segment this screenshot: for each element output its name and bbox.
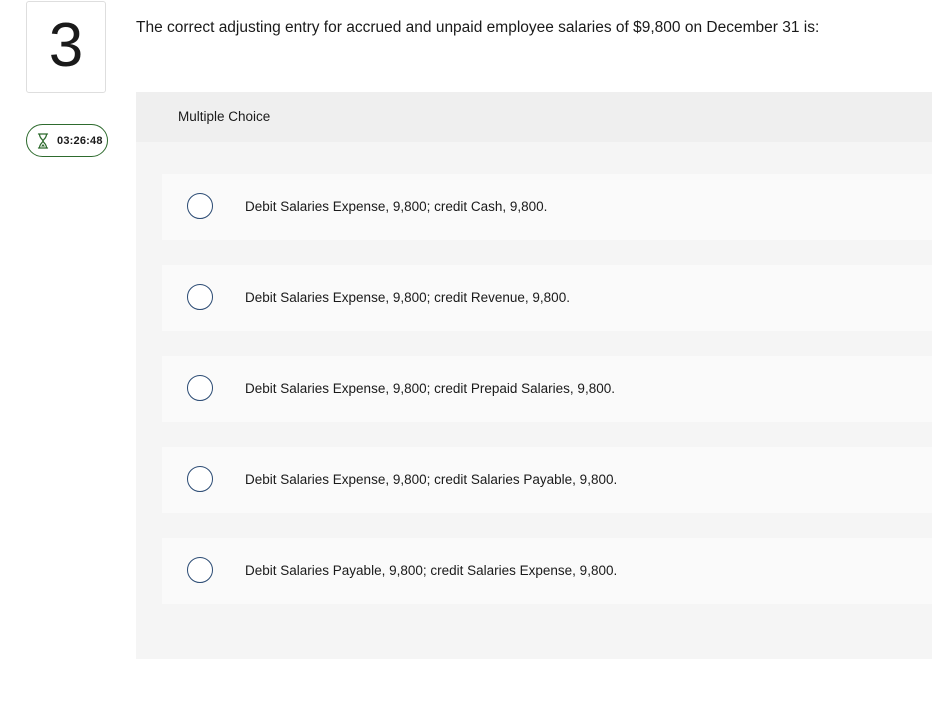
radio-button[interactable] bbox=[187, 375, 213, 401]
choice-option[interactable]: Debit Salaries Payable, 9,800; credit Sa… bbox=[162, 538, 932, 604]
timer-text: 03:26:48 bbox=[57, 134, 103, 147]
question-number-box: 3 bbox=[26, 1, 106, 93]
quiz-page: 3 03:26:48 The correct adjusting entry f… bbox=[0, 0, 932, 712]
hourglass-icon bbox=[37, 132, 49, 149]
radio-button[interactable] bbox=[187, 284, 213, 310]
radio-button[interactable] bbox=[187, 557, 213, 583]
question-text: The correct adjusting entry for accrued … bbox=[136, 19, 820, 36]
multiple-choice-panel: Multiple Choice Debit Salaries Expense, … bbox=[136, 92, 932, 659]
choice-option[interactable]: Debit Salaries Expense, 9,800; credit Pr… bbox=[162, 356, 932, 422]
multiple-choice-header: Multiple Choice bbox=[136, 92, 932, 142]
timer-badge[interactable]: 03:26:48 bbox=[26, 124, 108, 157]
choice-label: Debit Salaries Payable, 9,800; credit Sa… bbox=[245, 563, 618, 578]
choice-option[interactable]: Debit Salaries Expense, 9,800; credit Ca… bbox=[162, 174, 932, 240]
choice-option[interactable]: Debit Salaries Expense, 9,800; credit Re… bbox=[162, 265, 932, 331]
choice-label: Debit Salaries Expense, 9,800; credit Re… bbox=[245, 290, 570, 305]
choice-label: Debit Salaries Expense, 9,800; credit Ca… bbox=[245, 199, 548, 214]
multiple-choice-label: Multiple Choice bbox=[178, 109, 271, 124]
radio-button[interactable] bbox=[187, 466, 213, 492]
choice-option[interactable]: Debit Salaries Expense, 9,800; credit Sa… bbox=[162, 447, 932, 513]
choice-label: Debit Salaries Expense, 9,800; credit Pr… bbox=[245, 381, 615, 396]
choice-label: Debit Salaries Expense, 9,800; credit Sa… bbox=[245, 472, 618, 487]
question-number: 3 bbox=[48, 11, 84, 80]
radio-button[interactable] bbox=[187, 193, 213, 219]
